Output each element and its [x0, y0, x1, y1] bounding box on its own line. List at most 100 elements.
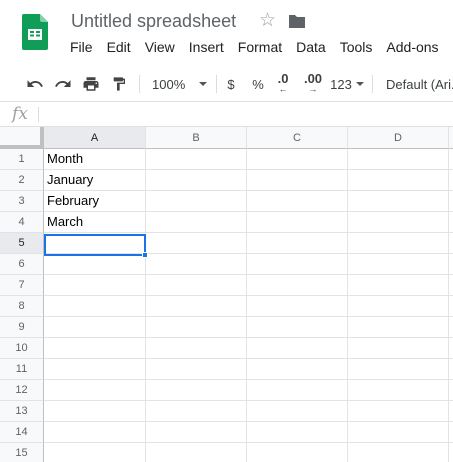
menu-file[interactable]: File [70, 39, 93, 55]
menu-edit[interactable]: Edit [107, 39, 131, 55]
cell-c8[interactable] [247, 296, 348, 317]
cell-a13[interactable] [44, 401, 146, 422]
cell-c12[interactable] [247, 380, 348, 401]
cell-b2[interactable] [146, 170, 247, 191]
cell-a7[interactable] [44, 275, 146, 296]
cell-c13[interactable] [247, 401, 348, 422]
undo-button[interactable] [24, 74, 46, 94]
cell-d7[interactable] [348, 275, 449, 296]
currency-format-button[interactable]: $ [223, 74, 239, 94]
cell-a10[interactable] [44, 338, 146, 359]
cell-a8[interactable] [44, 296, 146, 317]
cell-b3[interactable] [146, 191, 247, 212]
cell-b1[interactable] [146, 149, 247, 170]
increase-decimal-button[interactable]: .00 → [300, 72, 326, 94]
formula-input[interactable] [44, 105, 444, 124]
cell-e1[interactable] [449, 149, 453, 170]
cell-b8[interactable] [146, 296, 247, 317]
document-title[interactable]: Untitled spreadsheet [71, 11, 236, 32]
cell-d15[interactable] [348, 443, 449, 462]
cell-d3[interactable] [348, 191, 449, 212]
menu-data[interactable]: Data [296, 39, 326, 55]
row-header-6[interactable]: 6 [0, 254, 44, 275]
cell-c1[interactable] [247, 149, 348, 170]
row-header-11[interactable]: 11 [0, 359, 44, 380]
cell-e3[interactable] [449, 191, 453, 212]
menu-add-ons[interactable]: Add-ons [386, 39, 438, 55]
cell-d13[interactable] [348, 401, 449, 422]
cell-b9[interactable] [146, 317, 247, 338]
cell-e7[interactable] [449, 275, 453, 296]
row-header-9[interactable]: 9 [0, 317, 44, 338]
row-header-12[interactable]: 12 [0, 380, 44, 401]
cell-e2[interactable] [449, 170, 453, 191]
cell-c14[interactable] [247, 422, 348, 443]
cell-a9[interactable] [44, 317, 146, 338]
cell-c9[interactable] [247, 317, 348, 338]
row-header-3[interactable]: 3 [0, 191, 44, 212]
cell-d8[interactable] [348, 296, 449, 317]
cell-a3[interactable]: February [44, 191, 146, 212]
column-header-b[interactable]: B [146, 127, 247, 149]
cell-d2[interactable] [348, 170, 449, 191]
google-sheets-logo-icon[interactable] [22, 14, 48, 50]
cell-c2[interactable] [247, 170, 348, 191]
row-header-4[interactable]: 4 [0, 212, 44, 233]
zoom-select[interactable]: 100% [152, 74, 210, 94]
row-header-10[interactable]: 10 [0, 338, 44, 359]
cell-d5[interactable] [348, 233, 449, 254]
redo-button[interactable] [52, 74, 74, 94]
cell-b14[interactable] [146, 422, 247, 443]
select-all-corner[interactable] [0, 127, 44, 149]
row-header-15[interactable]: 15 [0, 443, 44, 462]
percent-format-button[interactable]: % [249, 74, 267, 94]
cell-d11[interactable] [348, 359, 449, 380]
cell-e13[interactable] [449, 401, 453, 422]
cell-e12[interactable] [449, 380, 453, 401]
row-header-13[interactable]: 13 [0, 401, 44, 422]
cell-b11[interactable] [146, 359, 247, 380]
cell-d12[interactable] [348, 380, 449, 401]
cell-e9[interactable] [449, 317, 453, 338]
row-header-1[interactable]: 1 [0, 149, 44, 170]
folder-icon[interactable] [288, 13, 306, 29]
cell-a11[interactable] [44, 359, 146, 380]
cell-a4[interactable]: March [44, 212, 146, 233]
column-header-a[interactable]: A [44, 127, 146, 149]
column-header-e[interactable] [449, 127, 453, 149]
cell-c15[interactable] [247, 443, 348, 462]
cell-c3[interactable] [247, 191, 348, 212]
cell-d4[interactable] [348, 212, 449, 233]
cell-e5[interactable] [449, 233, 453, 254]
cell-d14[interactable] [348, 422, 449, 443]
column-header-c[interactable]: C [247, 127, 348, 149]
cell-c10[interactable] [247, 338, 348, 359]
cell-b7[interactable] [146, 275, 247, 296]
column-header-d[interactable]: D [348, 127, 449, 149]
row-header-5[interactable]: 5 [0, 233, 44, 254]
cell-c7[interactable] [247, 275, 348, 296]
cell-d6[interactable] [348, 254, 449, 275]
cell-a14[interactable] [44, 422, 146, 443]
cell-b5[interactable] [146, 233, 247, 254]
cell-e4[interactable] [449, 212, 453, 233]
spreadsheet-grid[interactable]: A B C D 1 Month 2 January 3 February 4 March 5 6 7… [0, 127, 453, 462]
cell-c4[interactable] [247, 212, 348, 233]
cell-b10[interactable] [146, 338, 247, 359]
menu-format[interactable]: Format [238, 39, 282, 55]
cell-c11[interactable] [247, 359, 348, 380]
row-header-7[interactable]: 7 [0, 275, 44, 296]
paint-format-button[interactable] [108, 74, 130, 94]
menu-tools[interactable]: Tools [340, 39, 373, 55]
star-outline-icon[interactable]: ☆ [259, 10, 276, 32]
cell-e11[interactable] [449, 359, 453, 380]
cell-e14[interactable] [449, 422, 453, 443]
font-select[interactable]: Default (Ari... [386, 74, 453, 94]
cell-a2[interactable]: January [44, 170, 146, 191]
menu-insert[interactable]: Insert [189, 39, 224, 55]
cell-e15[interactable] [449, 443, 453, 462]
cell-b4[interactable] [146, 212, 247, 233]
cell-a12[interactable] [44, 380, 146, 401]
cell-a5[interactable] [44, 233, 146, 254]
menu-view[interactable]: View [145, 39, 175, 55]
